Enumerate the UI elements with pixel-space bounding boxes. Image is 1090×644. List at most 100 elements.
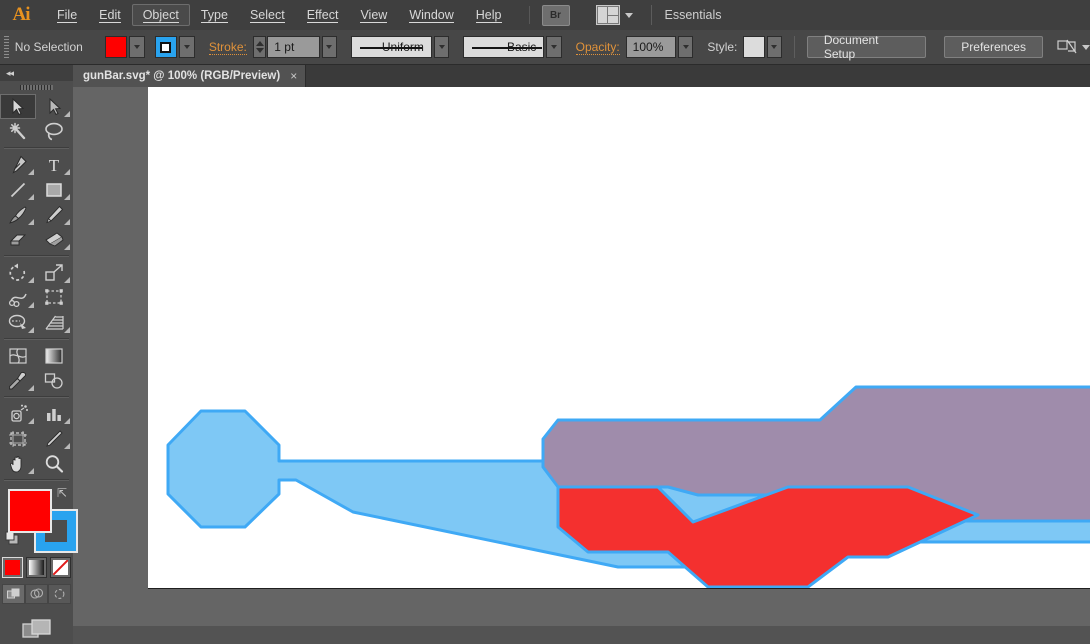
tool-direct-selection[interactable] bbox=[36, 94, 72, 119]
opacity-label[interactable]: Opacity: bbox=[575, 40, 620, 55]
brush-definition-combo[interactable]: Basic bbox=[463, 36, 545, 58]
chevron-down-icon bbox=[682, 45, 689, 49]
stroke-weight-label[interactable]: Stroke: bbox=[208, 40, 247, 55]
tool-row bbox=[0, 94, 73, 119]
close-icon[interactable]: × bbox=[290, 69, 297, 83]
tool-zoom[interactable] bbox=[36, 451, 72, 476]
swap-fill-stroke-icon[interactable]: ⇱ bbox=[57, 487, 67, 499]
opacity-field[interactable]: 100% bbox=[625, 36, 676, 58]
draw-inside-icon bbox=[54, 589, 65, 599]
graphic-style-dropdown[interactable] bbox=[766, 36, 782, 58]
default-fill-stroke-icon[interactable] bbox=[5, 531, 20, 546]
canvas-area[interactable] bbox=[73, 87, 1090, 626]
menu-window[interactable]: Window bbox=[398, 4, 464, 26]
tool-eraser[interactable] bbox=[36, 227, 72, 252]
menu-effect[interactable]: Effect bbox=[296, 4, 350, 26]
tool-shape-builder[interactable] bbox=[0, 310, 36, 335]
tool-symbol-sprayer[interactable] bbox=[0, 401, 36, 426]
workspace-switcher[interactable]: Essentials bbox=[665, 8, 722, 22]
tool-free-transform[interactable] bbox=[36, 285, 72, 310]
preferences-button[interactable]: Preferences bbox=[944, 36, 1043, 58]
tools-panel-grip[interactable] bbox=[0, 81, 73, 94]
tool-rectangle[interactable] bbox=[36, 177, 72, 202]
tool-slice[interactable] bbox=[36, 426, 72, 451]
fill-color-swatch[interactable] bbox=[104, 36, 127, 58]
tool-perspective-grid[interactable] bbox=[36, 310, 72, 335]
chevron-down-icon bbox=[771, 45, 778, 49]
tool-flyout-indicator bbox=[64, 169, 70, 175]
tool-paintbrush[interactable] bbox=[0, 202, 36, 227]
tool-hand[interactable] bbox=[0, 451, 36, 476]
selection-status: No Selection bbox=[14, 40, 83, 54]
menu-type[interactable]: Type bbox=[190, 4, 239, 26]
bridge-button[interactable]: Br bbox=[541, 4, 570, 26]
tool-artboard[interactable] bbox=[0, 426, 36, 451]
tool-gradient[interactable] bbox=[36, 343, 72, 368]
tool-magic-wand[interactable] bbox=[0, 119, 36, 144]
menu-edit[interactable]: Edit bbox=[88, 4, 132, 26]
change-screen-mode-icon bbox=[21, 619, 51, 638]
tool-type[interactable]: T bbox=[36, 152, 72, 177]
tool-rotate[interactable] bbox=[0, 260, 36, 285]
stroke-profile-combo[interactable]: Uniform bbox=[350, 36, 432, 58]
tool-pencil[interactable] bbox=[36, 202, 72, 227]
tool-row bbox=[0, 260, 73, 285]
line-segment-tool-icon bbox=[10, 182, 26, 197]
draw-behind-mode[interactable] bbox=[25, 584, 48, 604]
menu-view[interactable]: View bbox=[349, 4, 398, 26]
tool-mesh[interactable] bbox=[0, 343, 36, 368]
tool-row bbox=[0, 177, 73, 202]
tool-width[interactable] bbox=[0, 285, 36, 310]
chevron-down-icon bbox=[438, 45, 445, 49]
artboard[interactable] bbox=[148, 87, 1090, 589]
fill-swatch-group bbox=[104, 36, 145, 58]
document-tab-title: gunBar.svg* @ 100% (RGB/Preview) bbox=[83, 70, 281, 82]
stroke-swatch-dropdown[interactable] bbox=[178, 36, 195, 58]
tools-panel-collapse[interactable]: ◂◂ bbox=[0, 65, 73, 81]
tool-scale[interactable] bbox=[36, 260, 72, 285]
tool-pen[interactable] bbox=[0, 152, 36, 177]
pen-tool-icon bbox=[12, 155, 27, 174]
document-tab[interactable]: gunBar.svg* @ 100% (RGB/Preview) × bbox=[73, 65, 307, 87]
fill-proxy-swatch[interactable] bbox=[8, 489, 52, 533]
color-mode-gradient[interactable] bbox=[26, 557, 47, 578]
graphic-style-swatch[interactable] bbox=[743, 36, 765, 58]
tool-line-segment[interactable] bbox=[0, 177, 36, 202]
tool-blob-brush[interactable] bbox=[0, 227, 36, 252]
arrange-documents-button[interactable] bbox=[595, 5, 633, 25]
color-mode-none[interactable] bbox=[50, 557, 71, 578]
tool-flyout-indicator bbox=[28, 194, 34, 200]
tool-flyout-indicator bbox=[64, 418, 70, 424]
brush-definition-dropdown[interactable] bbox=[546, 36, 562, 58]
draw-normal-mode[interactable] bbox=[2, 584, 25, 604]
menu-select[interactable]: Select bbox=[239, 4, 296, 26]
menu-window-label: Window bbox=[409, 8, 454, 23]
stroke-weight-dropdown[interactable] bbox=[321, 36, 337, 58]
lasso-tool-icon bbox=[45, 122, 63, 141]
menu-help[interactable]: Help bbox=[465, 4, 513, 26]
tool-row bbox=[0, 401, 73, 426]
rectangle-tool-icon bbox=[46, 182, 62, 197]
tool-flyout-indicator bbox=[28, 277, 34, 283]
fill-swatch-dropdown[interactable] bbox=[128, 36, 145, 58]
menu-object[interactable]: Object bbox=[131, 4, 190, 26]
tool-lasso[interactable] bbox=[36, 119, 72, 144]
tool-column-graph[interactable] bbox=[36, 401, 72, 426]
draw-inside-mode[interactable] bbox=[48, 584, 71, 604]
tool-selection[interactable] bbox=[0, 94, 36, 119]
tool-eyedropper[interactable] bbox=[0, 368, 36, 393]
stroke-profile-dropdown[interactable] bbox=[433, 36, 450, 58]
screen-mode-button[interactable] bbox=[0, 618, 73, 640]
stroke-color-swatch[interactable] bbox=[154, 36, 177, 58]
default-colors-icon bbox=[5, 531, 19, 545]
document-setup-button[interactable]: Document Setup bbox=[806, 33, 927, 61]
hidden-characters-button[interactable] bbox=[1057, 39, 1090, 55]
color-mode-color[interactable] bbox=[2, 557, 23, 578]
menu-file[interactable]: File bbox=[46, 4, 88, 26]
stroke-weight-stepper[interactable] bbox=[252, 36, 267, 58]
opacity-dropdown[interactable] bbox=[678, 36, 694, 58]
control-bar-grip[interactable] bbox=[4, 36, 9, 58]
tool-blend[interactable] bbox=[36, 368, 72, 393]
tool-row bbox=[0, 119, 73, 144]
stroke-weight-field[interactable]: 1 pt bbox=[267, 36, 320, 58]
